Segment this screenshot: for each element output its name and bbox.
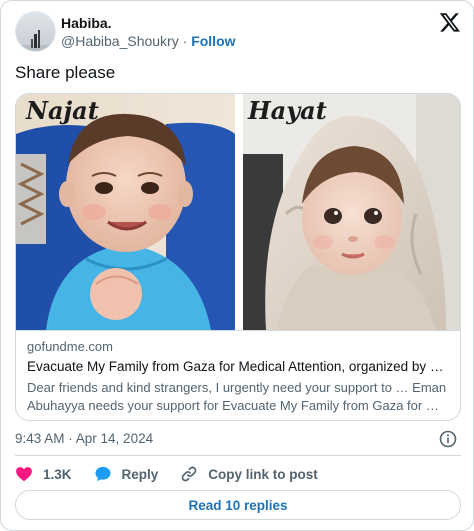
photo-najat xyxy=(16,94,235,330)
timestamp[interactable]: 9:43 AM · Apr 14, 2024 xyxy=(15,431,153,446)
divider xyxy=(15,455,461,456)
separator-dot: · xyxy=(182,33,188,49)
author-name[interactable]: Habiba. xyxy=(61,15,112,31)
card-domain: gofundme.com xyxy=(27,339,113,354)
reply-label: Reply xyxy=(121,466,159,482)
avatar-image xyxy=(16,12,55,51)
action-bar: 1.3K Reply Copy link to post xyxy=(15,463,340,485)
link-preview-card[interactable]: Najat Hayat gofundme.com Evacuate My Fam… xyxy=(15,93,461,421)
heart-icon xyxy=(16,467,32,482)
label-najat: Najat xyxy=(25,96,99,125)
follow-button[interactable]: Follow xyxy=(191,33,235,49)
card-title[interactable]: Evacuate My Family from Gaza for Medical… xyxy=(27,359,452,374)
copy-link-label: Copy link to post xyxy=(208,466,318,482)
card-description: Dear friends and kind strangers, I urgen… xyxy=(27,379,452,415)
link-icon xyxy=(181,466,197,482)
reply-button[interactable]: Reply xyxy=(94,465,159,483)
like-button[interactable]: 1.3K xyxy=(15,465,72,483)
author-handle-row: @Habiba_Shoukry · Follow xyxy=(61,33,236,49)
label-hayat: Hayat xyxy=(247,96,327,125)
tweet-text: Share please xyxy=(15,63,116,82)
photo-hayat xyxy=(243,94,460,330)
speech-bubble-icon xyxy=(95,466,111,482)
like-count: 1.3K xyxy=(43,466,72,482)
copy-link-button[interactable]: Copy link to post xyxy=(180,465,318,483)
card-image[interactable]: Najat Hayat xyxy=(16,94,460,330)
info-icon[interactable] xyxy=(439,430,457,448)
read-replies-button[interactable]: Read 10 replies xyxy=(15,490,461,520)
card-description-line: Dear friends and kind strangers, I urgen… xyxy=(27,380,447,395)
card-divider xyxy=(16,330,460,331)
avatar[interactable] xyxy=(15,11,56,52)
author-handle[interactable]: @Habiba_Shoukry xyxy=(61,33,179,49)
x-logo-icon[interactable] xyxy=(439,11,461,33)
card-description-line: Abuhayya needs your support for Evacuate… xyxy=(27,398,439,413)
embedded-tweet: Habiba. @Habiba_Shoukry · Follow Share p… xyxy=(0,0,474,531)
